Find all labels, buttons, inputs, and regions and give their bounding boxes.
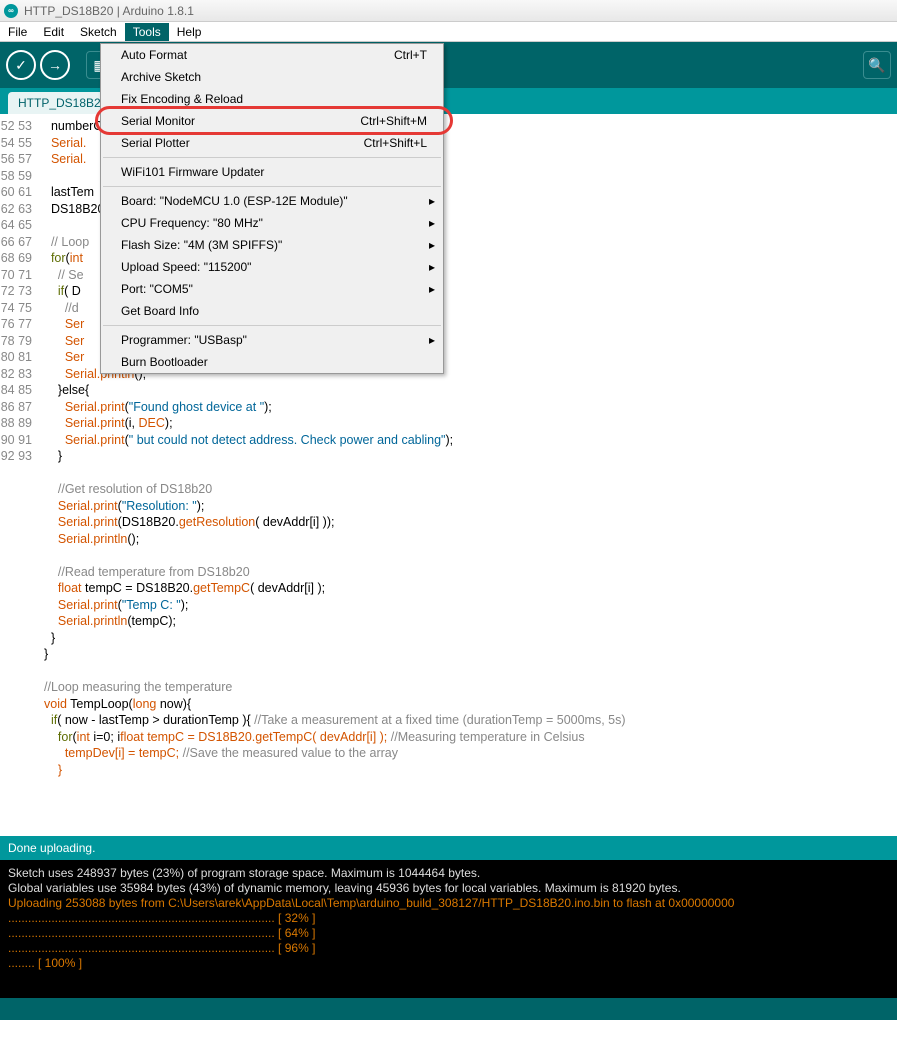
submenu-arrow-icon: ▸ — [429, 216, 435, 230]
arduino-icon: ∞ — [4, 4, 18, 18]
sketch-tab[interactable]: HTTP_DS18B2 — [8, 92, 115, 114]
menu-programmer[interactable]: Programmer: "USBasp"▸ — [101, 329, 443, 351]
separator — [103, 186, 441, 187]
output-console: Sketch uses 248937 bytes (23%) of progra… — [0, 860, 897, 998]
submenu-arrow-icon: ▸ — [429, 333, 435, 347]
line-gutter: 52 53 54 55 56 57 58 59 60 61 62 63 64 6… — [0, 114, 38, 836]
menu-cpu-frequency[interactable]: CPU Frequency: "80 MHz"▸ — [101, 212, 443, 234]
menu-board-info[interactable]: Get Board Info — [101, 300, 443, 322]
status-text: Done uploading. — [8, 841, 95, 855]
footer-bar — [0, 998, 897, 1020]
menu-auto-format[interactable]: Auto FormatCtrl+T — [101, 44, 443, 66]
console-line: Sketch uses 248937 bytes (23%) of progra… — [8, 866, 889, 881]
serial-monitor-button[interactable]: 🔍 — [863, 51, 891, 79]
menu-board[interactable]: Board: "NodeMCU 1.0 (ESP-12E Module)"▸ — [101, 190, 443, 212]
menu-edit[interactable]: Edit — [35, 23, 72, 41]
separator — [103, 157, 441, 158]
console-line: Global variables use 35984 bytes (43%) o… — [8, 881, 889, 896]
verify-button[interactable]: ✓ — [6, 50, 36, 80]
upload-button[interactable]: → — [40, 50, 70, 80]
submenu-arrow-icon: ▸ — [429, 260, 435, 274]
console-progress: ........................................… — [8, 926, 889, 941]
tools-menu-dropdown: Auto FormatCtrl+T Archive Sketch Fix Enc… — [100, 43, 444, 374]
submenu-arrow-icon: ▸ — [429, 238, 435, 252]
menu-serial-plotter[interactable]: Serial PlotterCtrl+Shift+L — [101, 132, 443, 154]
menu-file[interactable]: File — [0, 23, 35, 41]
submenu-arrow-icon: ▸ — [429, 282, 435, 296]
menu-upload-speed[interactable]: Upload Speed: "115200"▸ — [101, 256, 443, 278]
menu-archive-sketch[interactable]: Archive Sketch — [101, 66, 443, 88]
menu-flash-size[interactable]: Flash Size: "4M (3M SPIFFS)"▸ — [101, 234, 443, 256]
menu-bar: File Edit Sketch Tools Help — [0, 22, 897, 42]
menu-help[interactable]: Help — [169, 23, 210, 41]
console-progress: ........ [ 100% ] — [8, 956, 889, 971]
console-progress: ........................................… — [8, 911, 889, 926]
menu-burn-bootloader[interactable]: Burn Bootloader — [101, 351, 443, 373]
window-title-bar: ∞ HTTP_DS18B20 | Arduino 1.8.1 — [0, 0, 897, 22]
menu-fix-encoding[interactable]: Fix Encoding & Reload — [101, 88, 443, 110]
menu-tools[interactable]: Tools — [125, 23, 169, 41]
menu-port[interactable]: Port: "COM5"▸ — [101, 278, 443, 300]
menu-sketch[interactable]: Sketch — [72, 23, 125, 41]
separator — [103, 325, 441, 326]
console-progress: ........................................… — [8, 941, 889, 956]
window-title: HTTP_DS18B20 | Arduino 1.8.1 — [24, 4, 194, 18]
menu-wifi-updater[interactable]: WiFi101 Firmware Updater — [101, 161, 443, 183]
submenu-arrow-icon: ▸ — [429, 194, 435, 208]
menu-serial-monitor[interactable]: Serial MonitorCtrl+Shift+M — [101, 110, 443, 132]
console-line: Uploading 253088 bytes from C:\Users\are… — [8, 896, 889, 911]
status-bar: Done uploading. — [0, 836, 897, 860]
